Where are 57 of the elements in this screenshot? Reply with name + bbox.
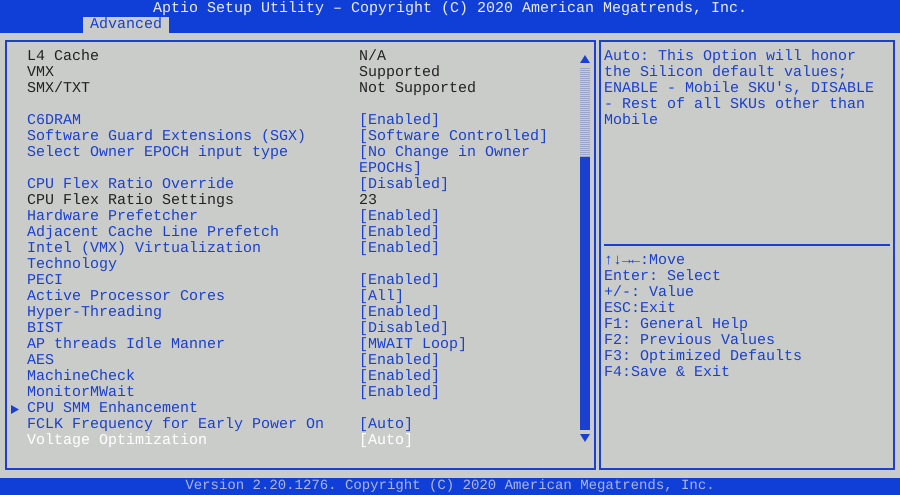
setting-value[interactable]: [Enabled]	[359, 369, 559, 385]
key-hint: F3: Optimized Defaults	[604, 349, 804, 365]
setting-label[interactable]: Active Processor Cores	[27, 289, 339, 305]
setting-label: L4 Cache	[27, 49, 100, 65]
setting-value: Supported	[359, 65, 442, 81]
setting-value[interactable]: [Auto]	[359, 417, 559, 433]
setting-value[interactable]: [Enabled]	[359, 273, 559, 289]
setting-label[interactable]: Intel (VMX) Virtualization Technology	[27, 241, 339, 273]
setting-label[interactable]: FCLK Frequency for Early Power On	[27, 417, 339, 433]
setting-label: VMX	[27, 65, 56, 81]
setting-label[interactable]: Select Owner EPOCH input type	[27, 145, 339, 177]
key-hint: Enter: Select	[604, 269, 722, 285]
setting-value[interactable]: [Enabled]	[359, 385, 559, 401]
setting-label[interactable]: CPU SMM Enhancement	[27, 401, 339, 417]
setting-value: 23	[359, 193, 378, 209]
scroll-down-icon[interactable]	[580, 434, 590, 442]
setting-value[interactable]: [Disabled]	[359, 177, 559, 193]
key-hint: F4:Save & Exit	[604, 365, 732, 381]
setting-value[interactable]: [Enabled]	[359, 241, 559, 273]
setting-value[interactable]: [Enabled]	[359, 353, 559, 369]
key-hint: F2: Previous Values	[604, 333, 776, 349]
setting-label[interactable]: PECI	[27, 273, 339, 289]
setting-value[interactable]: [Disabled]	[359, 321, 559, 337]
window-title: Aptio Setup Utility – Copyright (C) 2020 American Megatrends, Inc.	[152, 0, 748, 17]
key-hint: +/-: Value	[604, 285, 696, 301]
setting-value[interactable]: [Enabled]	[359, 225, 559, 241]
setting-label[interactable]: Hardware Prefetcher	[27, 209, 339, 225]
setting-value[interactable]: [Enabled]	[359, 305, 559, 321]
setting-value[interactable]: [Enabled]	[359, 209, 559, 225]
setting-label[interactable]: BIST	[27, 321, 339, 337]
setting-value[interactable]: [MWAIT Loop]	[359, 337, 559, 353]
setting-label[interactable]: C6DRAM	[27, 113, 339, 129]
setting-value: Not Supported	[359, 81, 478, 97]
version-text: Version 2.20.1276. Copyright (C) 2020 American Megatrends, Inc.	[185, 478, 715, 495]
setting-label[interactable]: CPU Flex Ratio Override	[27, 177, 339, 193]
setting-label[interactable]: Software Guard Extensions (SGX)	[27, 129, 339, 145]
setting-value[interactable]: [Enabled]	[359, 113, 559, 129]
setting-value[interactable]: [No Change in Owner EPOCHs]	[359, 145, 559, 177]
help-text: Auto: This Option will honor the Silicon default values; ENABLE - Mobile SKU's, DISABLE - Rest of all SKUs other than Mobile	[604, 49, 876, 131]
setting-label[interactable]: MachineCheck	[27, 369, 339, 385]
setting-value[interactable]: [Software Controlled]	[359, 129, 559, 145]
setting-label[interactable]: AES	[27, 353, 339, 369]
setting-label: SMX/TXT	[27, 81, 92, 97]
key-hint: F1: General Help	[604, 317, 750, 333]
setting-label[interactable]: AP threads Idle Manner	[27, 337, 339, 353]
key-hint: ESC:Exit	[604, 301, 678, 317]
setting-label[interactable]: MonitorMWait	[27, 385, 339, 401]
tab[interactable]: Advanced	[83, 17, 170, 33]
setting-label[interactable]: Hyper-Threading	[27, 305, 339, 321]
scroll-thumb[interactable]	[580, 157, 590, 430]
setting-value[interactable]: [All]	[359, 289, 559, 305]
scroll-up-icon[interactable]	[580, 55, 590, 63]
setting-label: CPU Flex Ratio Settings	[27, 193, 236, 209]
key-hint: ↑↓→←:Move	[604, 253, 686, 269]
setting-value: N/A	[359, 49, 388, 65]
setting-label[interactable]: Adjacent Cache Line Prefetch	[27, 225, 339, 241]
submenu-arrow-icon	[11, 405, 19, 414]
